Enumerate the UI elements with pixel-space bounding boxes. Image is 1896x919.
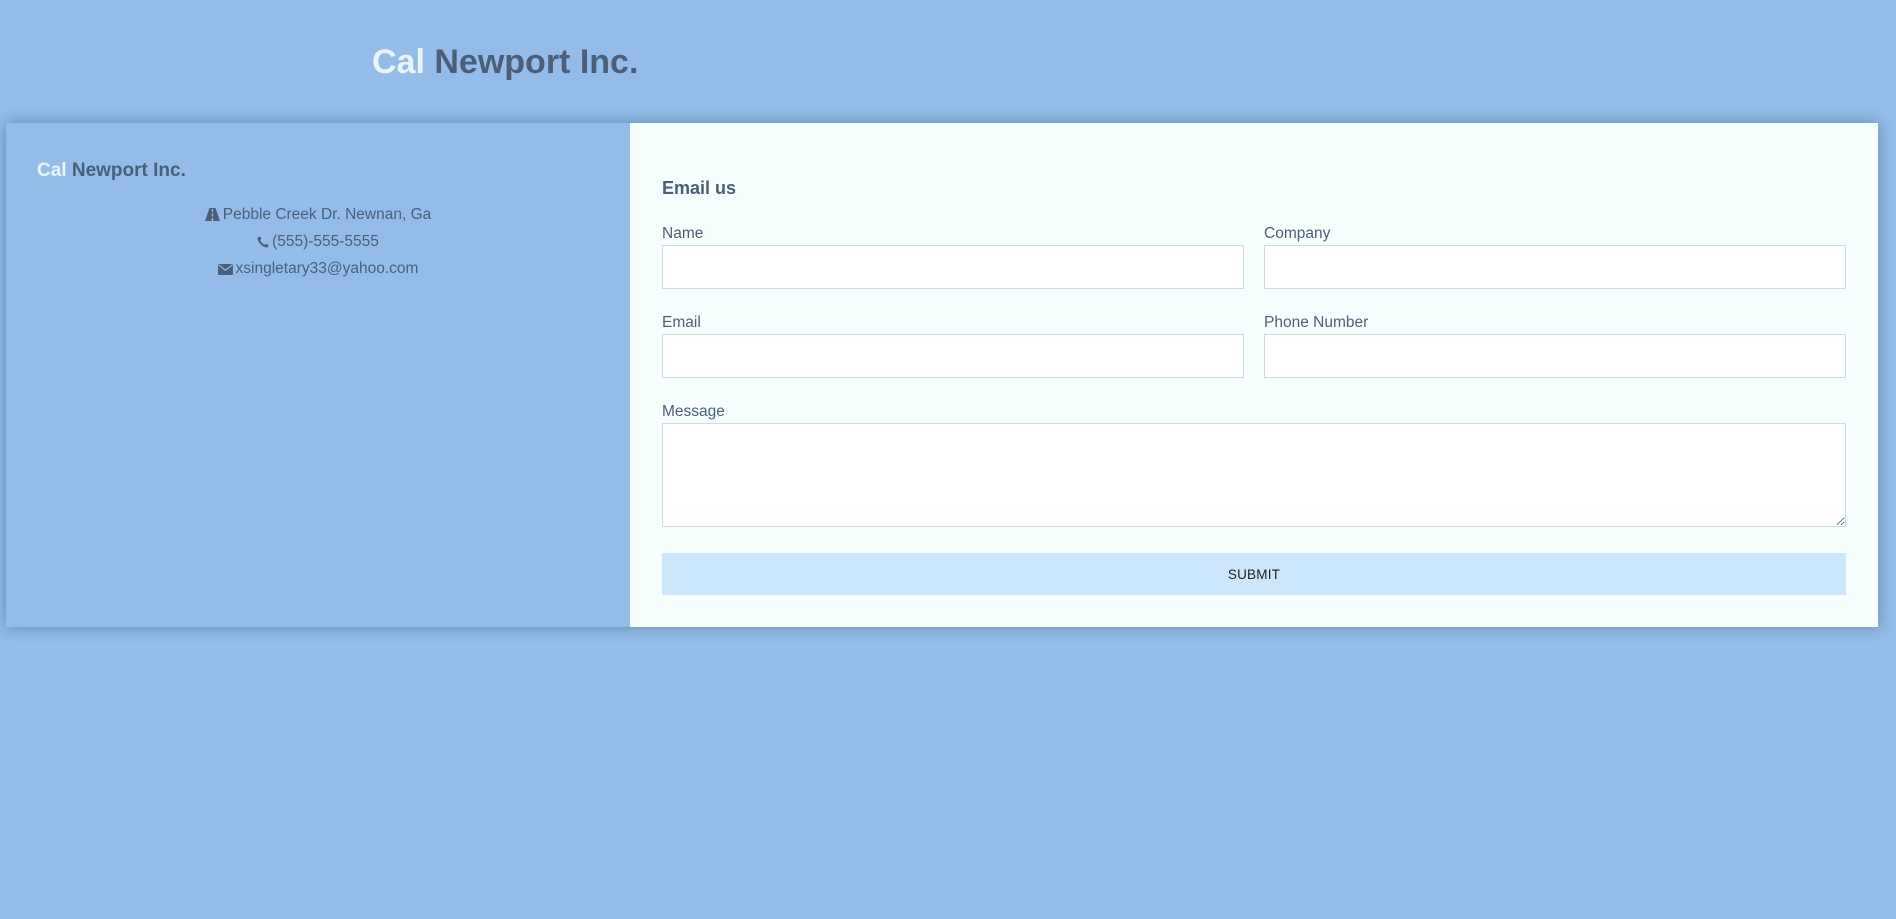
email-text: xsingletary33@yahoo.com [235, 260, 419, 277]
address-text: Pebble Creek Dr. Newnan, Ga [222, 206, 432, 223]
email-input[interactable] [662, 334, 1244, 378]
submit-button[interactable]: SUBMIT [662, 553, 1846, 595]
address-line: Pebble Creek Dr. Newnan, Ga [6, 202, 630, 229]
email-us-form: Email us Name Company Email Phone Number… [630, 123, 1878, 627]
phone-number-input[interactable] [1264, 334, 1846, 378]
brand-first-word: Cal [372, 43, 425, 81]
message-label: Message [662, 403, 725, 420]
company-name-rest: Newport Inc. [71, 160, 186, 181]
page-title: Cal Newport Inc. [372, 40, 638, 84]
company-input[interactable] [1264, 245, 1846, 289]
phone-text: (555)-555-5555 [272, 233, 379, 250]
road-icon [204, 204, 220, 229]
message-textarea[interactable] [662, 423, 1846, 527]
company-name-first-word: Cal [37, 160, 67, 181]
phone-number-label: Phone Number [1264, 314, 1369, 331]
brand-rest: Newport Inc. [434, 43, 639, 81]
contact-card: Cal Newport Inc. Pebble Creek Dr. Newnan… [6, 123, 1878, 627]
email-line: xsingletary33@yahoo.com [6, 256, 630, 283]
contact-details: Pebble Creek Dr. Newnan, Ga (555)-555-55… [6, 202, 630, 283]
company-info-panel: Cal Newport Inc. Pebble Creek Dr. Newnan… [6, 123, 630, 627]
phone-line: (555)-555-5555 [6, 229, 630, 256]
phone-icon [257, 231, 269, 256]
form-heading: Email us [662, 178, 737, 198]
page-header: Cal Newport Inc. [0, 0, 1000, 123]
company-name: Cal Newport Inc. [37, 158, 186, 184]
name-input[interactable] [662, 245, 1244, 289]
email-label: Email [662, 314, 701, 331]
envelope-icon [217, 258, 233, 283]
company-label: Company [1264, 225, 1331, 242]
name-label: Name [662, 225, 704, 242]
